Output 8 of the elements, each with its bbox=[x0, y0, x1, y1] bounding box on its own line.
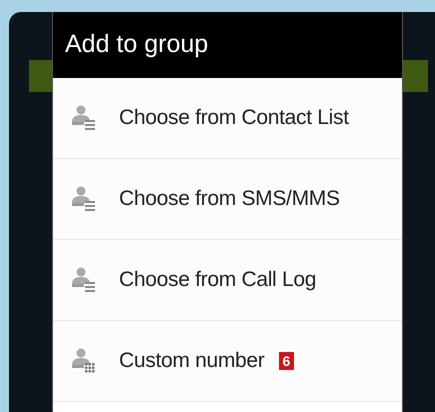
background-bar bbox=[29, 60, 54, 92]
background-bar bbox=[403, 60, 428, 92]
dialog-title: Add to group bbox=[65, 29, 208, 60]
item-label: Choose from Call Log bbox=[119, 267, 316, 294]
callout-badge: 6 bbox=[278, 352, 294, 370]
item-label: Custom number bbox=[119, 348, 264, 374]
item-label: Choose from SMS/MMS bbox=[119, 186, 340, 212]
item-label: Choose from Contact List bbox=[119, 105, 349, 132]
